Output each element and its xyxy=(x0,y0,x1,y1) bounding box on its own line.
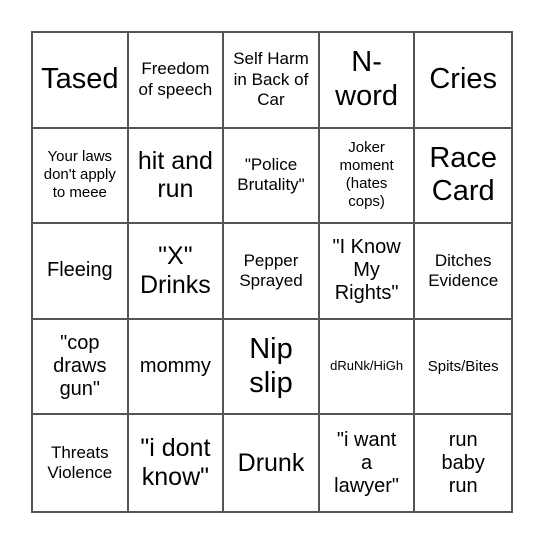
cell-text: "I Know My Rights" xyxy=(332,236,401,305)
cell-text: Nip slip xyxy=(249,333,293,399)
bingo-cell[interactable]: Race Card xyxy=(415,129,511,225)
cell-text: Freedom of speech xyxy=(138,59,213,99)
cell-text: Drunk xyxy=(237,448,305,477)
bingo-cell[interactable]: Spits/Bites xyxy=(415,320,511,416)
bingo-cell[interactable]: Ditches Evidence xyxy=(415,224,511,320)
bingo-cell[interactable]: "Police Brutality" xyxy=(224,128,320,225)
bingo-cell[interactable]: "i dont know" xyxy=(129,415,225,511)
cell-text: Tased xyxy=(41,63,119,96)
bingo-board: Tased Freedom of speech Self Harm in Bac… xyxy=(31,31,513,513)
bingo-cell[interactable]: dRuNk/HiGh xyxy=(319,319,416,416)
cell-text: run baby run xyxy=(441,428,485,497)
cell-text: "i want a lawyer" xyxy=(334,428,400,497)
bingo-cell[interactable]: Self Harm in Back of Car xyxy=(224,33,320,129)
bingo-cell[interactable]: Fleeing xyxy=(33,224,129,320)
cell-text: N-word xyxy=(335,46,399,112)
cell-text: mommy xyxy=(139,355,211,378)
cell-text: Threats Violence xyxy=(47,442,113,483)
bingo-cell[interactable]: Drunk xyxy=(224,415,320,511)
cell-text: Your laws don't apply to meee xyxy=(43,148,116,202)
bingo-cell[interactable]: Nip slip xyxy=(224,319,320,416)
cell-text: Fleeing xyxy=(46,259,113,282)
bingo-cell[interactable]: run baby run xyxy=(415,415,511,511)
cell-text: dRuNk/HiGh xyxy=(330,358,404,374)
bingo-cell[interactable]: hit and run xyxy=(128,128,225,225)
cell-text: "X" Drinks xyxy=(139,242,211,299)
bingo-cell[interactable]: "cop draws gun" xyxy=(33,319,129,416)
bingo-cell[interactable]: "i want a lawyer" xyxy=(320,415,416,511)
bingo-cell[interactable]: Tased xyxy=(33,33,129,129)
cell-text: Ditches Evidence xyxy=(428,250,499,290)
bingo-cell[interactable]: Threats Violence xyxy=(33,415,129,511)
cell-text: Race Card xyxy=(429,142,498,208)
bingo-cell[interactable]: N-word xyxy=(319,33,416,129)
bingo-cell[interactable]: "X" Drinks xyxy=(128,224,225,320)
bingo-cell[interactable]: mommy xyxy=(128,319,225,416)
cell-text: Spits/Bites xyxy=(427,357,499,375)
cell-text: Self Harm in Back of Car xyxy=(233,49,309,109)
cell-text: Pepper Sprayed xyxy=(239,250,303,290)
bingo-cell[interactable]: Joker moment (hates cops) xyxy=(319,128,416,225)
cell-text: "i dont know" xyxy=(140,434,211,492)
bingo-cell[interactable]: Pepper Sprayed xyxy=(224,224,320,320)
cell-text: "Police Brutality" xyxy=(237,155,305,195)
bingo-cell[interactable]: Cries xyxy=(415,33,511,129)
cell-text: Joker moment (hates cops) xyxy=(339,139,394,211)
cell-text: Cries xyxy=(429,63,498,96)
bingo-cell[interactable]: "I Know My Rights" xyxy=(319,224,416,320)
cell-text: "cop draws gun" xyxy=(53,332,107,401)
bingo-cell[interactable]: Freedom of speech xyxy=(128,33,225,129)
cell-text: hit and run xyxy=(137,146,213,204)
bingo-cell[interactable]: Your laws don't apply to meee xyxy=(33,128,129,225)
